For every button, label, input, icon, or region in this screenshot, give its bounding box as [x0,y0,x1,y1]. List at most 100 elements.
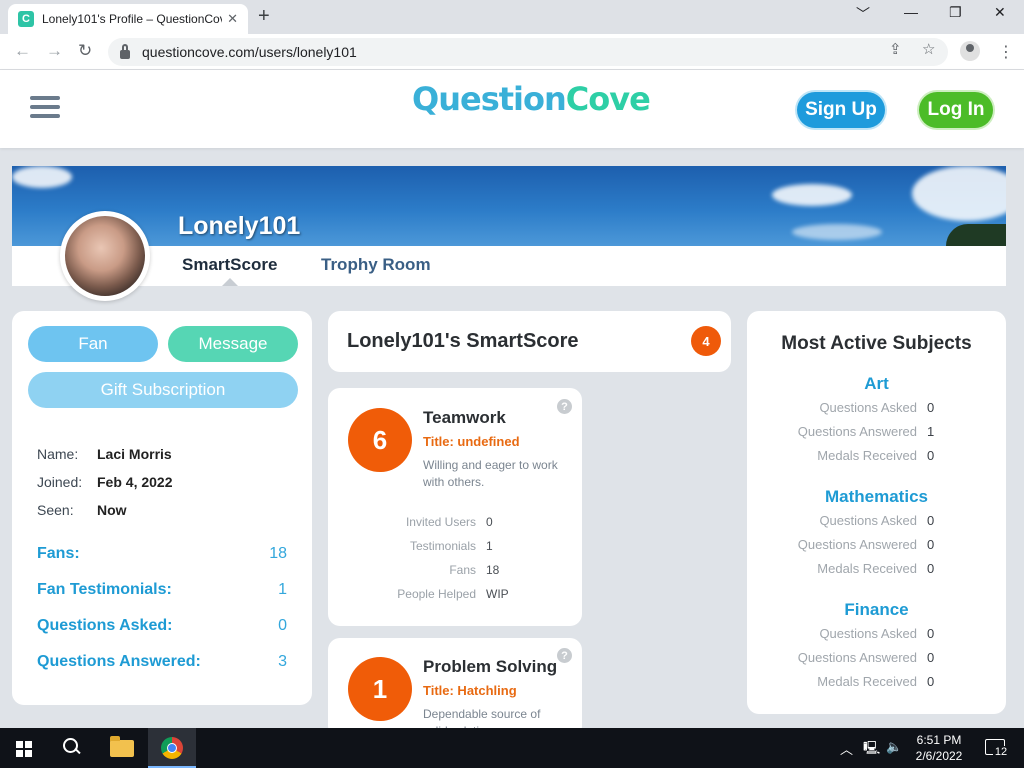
share-icon[interactable]: ⇪ [889,40,902,58]
subject-stat-value: 0 [927,674,935,689]
subject-name-mathematics[interactable]: Mathematics [747,487,1006,507]
stat-questions-asked-row[interactable]: Questions Asked: 0 [37,617,287,635]
skill-stat-label: Invited Users [405,515,476,529]
skill-card-teamwork: 6 Teamwork Title: undefined Willing and … [328,388,582,626]
skill-stat-label: Fans [449,563,476,577]
stat-label: Questions Answered: [37,653,201,670]
log-in-button[interactable]: Log In [919,92,993,128]
skill-title: Title: undefined [423,434,520,449]
tray-chevron-icon[interactable]: ︿ [840,739,853,758]
smartscore-header-card: Lonely101's SmartScore 4 [328,311,731,372]
tab-search-icon[interactable]: ﹀ [856,4,870,24]
profile-info-card: Fan Message Gift Subscription Name: Laci … [12,311,312,705]
close-window-button[interactable]: ✕ [994,4,1006,21]
site-logo[interactable]: QuestionCove [412,80,651,118]
lock-icon [120,43,130,59]
skill-score-badge: 6 [348,408,412,472]
info-key: Joined: [37,474,83,490]
active-tab-indicator [222,278,238,286]
message-button[interactable]: Message [168,326,298,362]
subject-stat-value: 0 [927,626,935,641]
smartscore-heading: Lonely101's SmartScore [347,330,579,352]
skill-name: Teamwork [423,408,506,427]
reload-icon[interactable]: ↻ [78,41,92,61]
hamburger-menu-icon[interactable] [30,96,60,118]
browser-menu-icon[interactable]: ⋮ [998,42,1014,62]
subject-name-finance[interactable]: Finance [747,600,1006,620]
network-icon[interactable]: 🖳 [863,739,880,761]
info-value: Feb 4, 2022 [97,474,173,490]
help-icon[interactable]: ? [557,399,572,414]
stat-questions-answered-row[interactable]: Questions Answered: 3 [37,653,287,671]
notification-count: 12 [993,746,1009,760]
back-arrow-icon[interactable]: ← [14,41,31,61]
subject-name-art[interactable]: Art [747,374,1006,394]
skill-description: Willing and eager to work with others. [423,458,558,489]
logo-question-text: Question [412,80,567,118]
skill-stat-value: WIP [486,587,509,601]
profile-tab-bar [12,246,1006,286]
new-tab-button[interactable]: + [258,5,270,28]
skill-stat-value: 18 [486,563,500,577]
address-bar[interactable]: questioncove.com/users/lonely101 [108,38,948,66]
subject-stat-label: Questions Asked [819,513,917,528]
subject-stat-value: 0 [927,561,935,576]
stat-testimonials-row[interactable]: Fan Testimonials: 1 [37,581,287,599]
stat-label: Fan Testimonials: [37,581,172,598]
logo-cove-text: Cove [565,80,651,118]
subject-stat-value: 0 [927,448,935,463]
subject-stat-label: Medals Received [817,674,917,689]
fan-button[interactable]: Fan [28,326,158,362]
file-explorer-icon[interactable] [110,736,134,757]
windows-start-icon[interactable] [16,741,32,757]
skill-stat-label: People Helped [397,587,476,601]
tab-title: Lonely101's Profile – QuestionCove [42,12,222,26]
stat-label: Fans: [37,545,80,562]
skill-card-problem-solving: 1 Problem Solving Title: Hatchling Depen… [328,638,582,738]
tab-close-icon[interactable]: ✕ [227,11,238,27]
skill-stat-value: 1 [486,539,493,553]
taskbar-clock[interactable]: 6:51 PM 2/6/2022 [904,732,974,764]
stat-value: 1 [278,581,287,598]
subject-stat-label: Questions Answered [797,537,917,552]
stat-value: 18 [269,545,287,562]
help-icon[interactable]: ? [557,648,572,663]
info-name-row: Name: Laci Morris [37,446,172,462]
clock-time: 6:51 PM [916,733,962,747]
windows-taskbar: ︿ 🖳 🔈 6:51 PM 2/6/2022 12 [0,728,1024,768]
sign-up-button[interactable]: Sign Up [797,92,885,128]
subject-stat-label: Questions Answered [797,650,917,665]
smartscore-badge: 4 [691,326,721,356]
gift-subscription-button[interactable]: Gift Subscription [28,372,298,408]
forward-arrow-icon[interactable]: → [46,41,63,61]
subject-stat-value: 0 [927,650,935,665]
subject-stat-value: 0 [927,400,935,415]
tab-trophy-room[interactable]: Trophy Room [321,255,431,275]
taskbar-search-icon[interactable] [63,738,81,756]
avatar [60,211,150,301]
chrome-icon [161,737,183,759]
restore-button[interactable]: ❐ [949,4,962,21]
minimize-button[interactable]: — [904,4,918,20]
bookmark-star-icon[interactable]: ☆ [922,40,935,58]
site-header: QuestionCove Sign Up Log In [0,70,1024,148]
subject-stat-value: 0 [927,537,935,552]
site-favicon-icon: C [18,11,34,27]
stat-value: 0 [278,617,287,634]
info-joined-row: Joined: Feb 4, 2022 [37,474,173,490]
volume-muted-icon[interactable]: 🔈 [886,739,902,755]
skill-stat-label: Testimonials [409,539,476,553]
info-value: Laci Morris [97,446,172,462]
info-key: Seen: [37,502,74,518]
browser-tab-strip: C Lonely101's Profile – QuestionCove ✕ +… [0,0,1024,34]
profile-avatar-icon[interactable] [960,41,980,61]
stat-fans-row[interactable]: Fans: 18 [37,545,287,563]
subject-stat-label: Medals Received [817,561,917,576]
subject-stat-label: Questions Asked [819,400,917,415]
taskbar-chrome-button[interactable] [148,728,196,768]
clock-date: 2/6/2022 [915,749,963,763]
browser-tab[interactable]: C Lonely101's Profile – QuestionCove ✕ [8,4,248,34]
subject-stat-value: 0 [927,513,935,528]
tab-smartscore[interactable]: SmartScore [182,255,277,275]
info-key: Name: [37,446,79,462]
